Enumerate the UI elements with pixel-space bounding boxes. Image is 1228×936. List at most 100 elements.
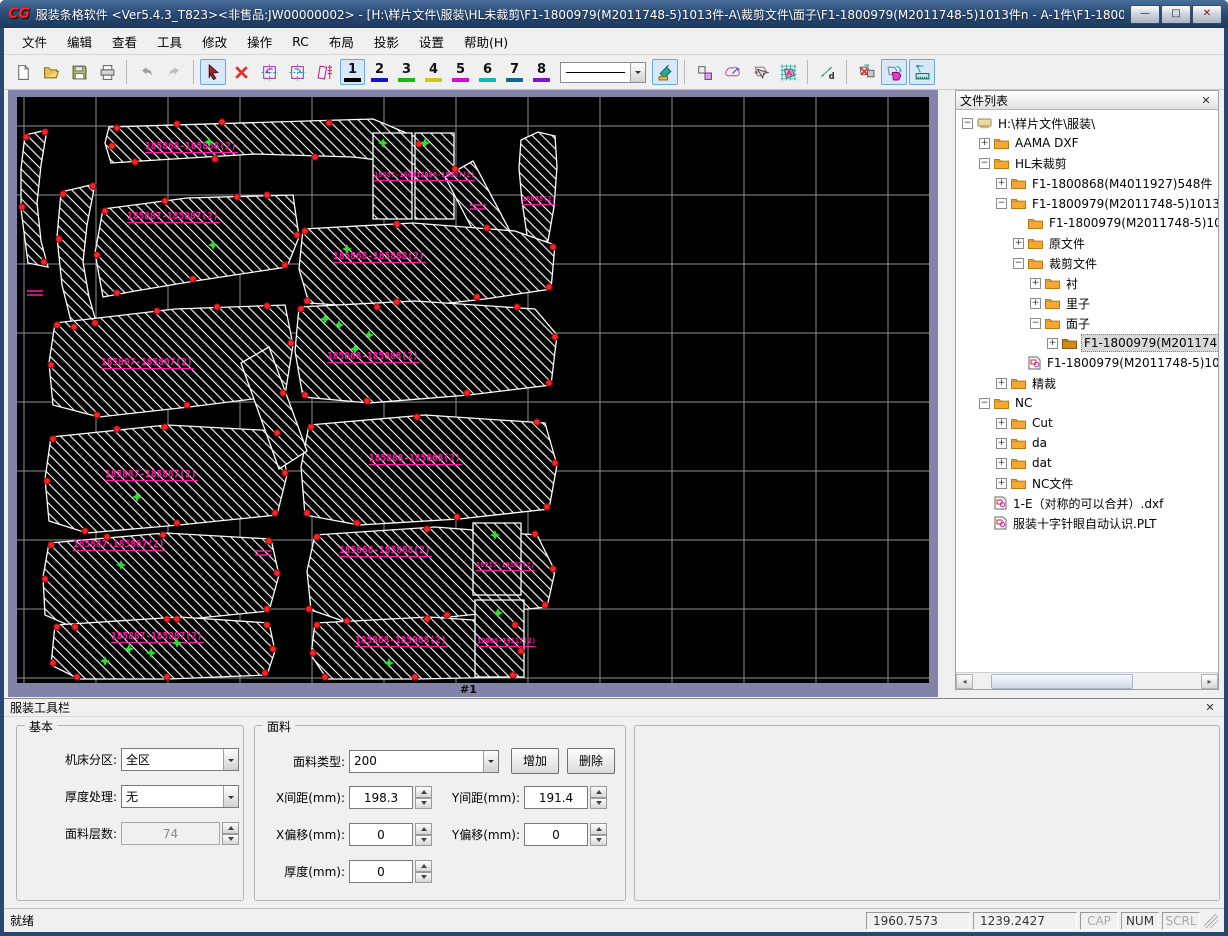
drill-point[interactable] bbox=[393, 220, 401, 228]
drill-point[interactable] bbox=[81, 527, 89, 535]
drill-point[interactable] bbox=[213, 303, 221, 311]
menu-item-[interactable]: 操作 bbox=[237, 28, 282, 55]
expand-icon[interactable]: + bbox=[996, 437, 1007, 449]
thickness-stepper[interactable] bbox=[415, 860, 432, 883]
drill-point[interactable] bbox=[393, 298, 401, 306]
drill-point[interactable] bbox=[533, 418, 541, 426]
drill-point[interactable] bbox=[108, 142, 116, 150]
pattern-piece-band-d-right[interactable] bbox=[300, 414, 558, 526]
drill-point[interactable] bbox=[301, 227, 309, 235]
drill-point[interactable] bbox=[343, 617, 351, 625]
rotate-region-cw-button[interactable] bbox=[284, 59, 310, 85]
drill-point[interactable] bbox=[89, 182, 97, 190]
drill-point[interactable] bbox=[549, 243, 557, 251]
tree-item[interactable]: F1-1800979(M2011748-5)101 bbox=[956, 353, 1218, 373]
menu-item-[interactable]: 布局 bbox=[319, 28, 364, 55]
tree-item[interactable]: − H:\样片文件\服装\ bbox=[956, 113, 1218, 133]
print-button[interactable] bbox=[94, 59, 120, 85]
menu-item-[interactable]: 修改 bbox=[192, 28, 237, 55]
drill-point[interactable] bbox=[161, 423, 169, 431]
drill-point[interactable] bbox=[263, 191, 271, 199]
drill-point[interactable] bbox=[73, 673, 81, 681]
drill-point[interactable] bbox=[413, 413, 421, 421]
x-spacing-field[interactable]: 198.3 bbox=[349, 786, 413, 809]
expand-icon[interactable]: + bbox=[1013, 237, 1024, 249]
drill-point[interactable] bbox=[473, 293, 481, 301]
tree-item[interactable]: + Cut bbox=[956, 413, 1218, 433]
minimize-button[interactable]: — bbox=[1130, 4, 1160, 24]
scroll-left-icon[interactable]: ◂ bbox=[956, 673, 973, 689]
tree-item[interactable]: + 里子 bbox=[956, 293, 1218, 313]
menu-item-[interactable]: 文件 bbox=[12, 28, 57, 55]
nesting-drawing[interactable]: 185868-185888(2)18087-18007(2)18088-1808… bbox=[17, 97, 929, 683]
drill-point[interactable] bbox=[541, 601, 549, 609]
layer-number-button-5[interactable]: 5 bbox=[448, 59, 473, 85]
drill-point[interactable] bbox=[423, 615, 431, 623]
x-spacing-stepper[interactable] bbox=[415, 786, 432, 809]
layer-number-button-4[interactable]: 4 bbox=[421, 59, 446, 85]
tree-item[interactable]: − F1-1800979(M2011748-5)1013件 bbox=[956, 193, 1218, 213]
tree-item[interactable]: − HL未裁剪 bbox=[956, 153, 1218, 173]
file-list-close-icon[interactable]: ✕ bbox=[1198, 94, 1214, 107]
layer-number-button-6[interactable]: 6 bbox=[475, 59, 500, 85]
drill-point[interactable] bbox=[263, 302, 271, 310]
y-spacing-field[interactable]: 191.4 bbox=[524, 786, 588, 809]
drill-point[interactable] bbox=[263, 605, 271, 613]
y-offset-stepper[interactable] bbox=[590, 823, 607, 846]
drill-point[interactable] bbox=[173, 615, 181, 623]
chevron-down-icon[interactable] bbox=[630, 62, 645, 82]
expand-icon[interactable]: + bbox=[996, 457, 1007, 469]
drill-point[interactable] bbox=[513, 303, 521, 311]
drill-point[interactable] bbox=[293, 231, 301, 239]
drill-point[interactable] bbox=[173, 519, 181, 527]
drill-point[interactable] bbox=[93, 411, 101, 419]
drill-point[interactable] bbox=[18, 203, 26, 211]
drill-point[interactable] bbox=[261, 669, 269, 677]
drill-point[interactable] bbox=[269, 645, 277, 653]
drill-point[interactable] bbox=[509, 671, 517, 679]
scroll-right-icon[interactable]: ▸ bbox=[1201, 673, 1218, 689]
drill-point[interactable] bbox=[551, 333, 559, 341]
thickness-field[interactable]: 0 bbox=[349, 860, 413, 883]
drill-point[interactable] bbox=[279, 389, 287, 397]
drill-point[interactable] bbox=[113, 289, 121, 297]
expand-icon[interactable]: + bbox=[996, 177, 1007, 189]
tree-horizontal-scrollbar[interactable]: ◂ ▸ bbox=[956, 672, 1218, 689]
drill-point[interactable] bbox=[53, 623, 61, 631]
drill-point[interactable] bbox=[153, 307, 161, 315]
fabric-layers-stepper[interactable] bbox=[222, 822, 239, 845]
drill-point[interactable] bbox=[22, 133, 30, 141]
tree-item[interactable]: + da bbox=[956, 433, 1218, 453]
pattern-piece-band-f-left[interactable] bbox=[50, 616, 276, 680]
save-button[interactable] bbox=[66, 59, 92, 85]
menu-item-[interactable]: 查看 bbox=[102, 28, 147, 55]
expand-icon[interactable]: + bbox=[979, 137, 990, 149]
drill-point[interactable] bbox=[70, 323, 78, 331]
collapse-icon[interactable]: − bbox=[1013, 257, 1024, 269]
edit-notch-button[interactable] bbox=[719, 59, 745, 85]
redo-button[interactable] bbox=[161, 59, 187, 85]
drill-point[interactable] bbox=[309, 649, 317, 657]
drill-point[interactable] bbox=[313, 533, 321, 541]
undo-button[interactable] bbox=[133, 59, 159, 85]
resize-grip[interactable] bbox=[1204, 913, 1218, 928]
tree-item[interactable]: + dat bbox=[956, 453, 1218, 473]
drill-point[interactable] bbox=[281, 469, 289, 477]
tree-item[interactable]: 服装十字针眼自动认识.PLT bbox=[956, 513, 1218, 533]
chevron-down-icon[interactable] bbox=[483, 750, 498, 772]
delete-button[interactable]: 删除 bbox=[567, 748, 615, 774]
drill-point[interactable] bbox=[41, 128, 49, 136]
drill-point[interactable] bbox=[373, 303, 381, 311]
tree-item[interactable]: − 面子 bbox=[956, 313, 1218, 333]
x-offset-stepper[interactable] bbox=[415, 823, 432, 846]
collapse-icon[interactable]: − bbox=[979, 397, 990, 409]
expand-icon[interactable]: + bbox=[1047, 337, 1058, 349]
drill-point[interactable] bbox=[49, 435, 57, 443]
measure-distance-button[interactable]: d bbox=[814, 59, 840, 85]
drill-point[interactable] bbox=[40, 258, 48, 266]
tree-item[interactable]: + NC文件 bbox=[956, 473, 1218, 493]
layer-number-button-7[interactable]: 7 bbox=[502, 59, 527, 85]
tree-item[interactable]: + 精裁 bbox=[956, 373, 1218, 393]
drill-point[interactable] bbox=[307, 423, 315, 431]
drill-point[interactable] bbox=[163, 673, 171, 681]
